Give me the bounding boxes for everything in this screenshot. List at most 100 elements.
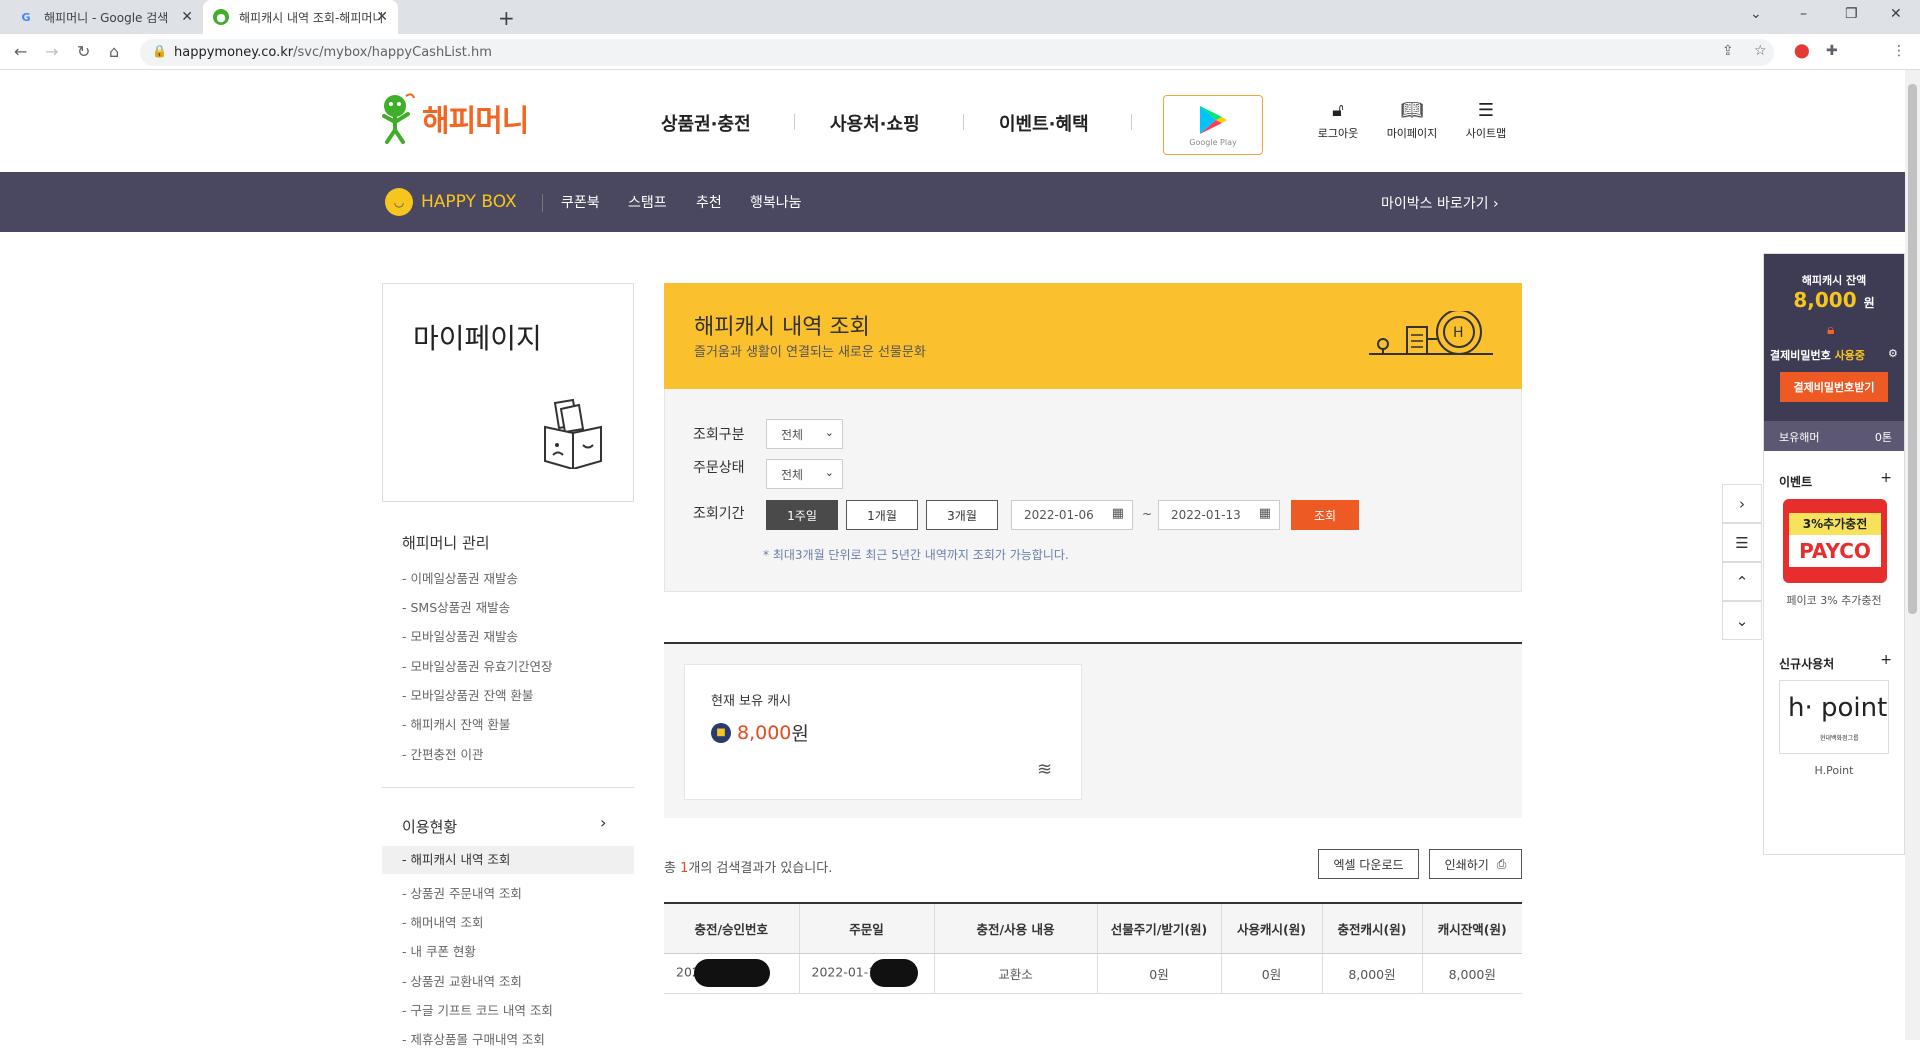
happymoney-logo[interactable]: 해피머니 [380, 92, 529, 144]
forward-icon[interactable]: → [45, 42, 58, 61]
quick-menu-wallet: 해피캐시 잔액 8,000 원 🔒︎ 결제비밀번호 사용중 ⚙ 결제비밀번호받기 [1764, 254, 1904, 421]
scroll-bottom-button[interactable]: ⌄ [1722, 601, 1762, 640]
minimize-button[interactable]: – [1800, 6, 1807, 22]
lnb-item-coupon-status[interactable]: - 내 쿠폰 현황 [402, 941, 476, 960]
current-cash-amount: ■ 8,000 원 [711, 719, 809, 746]
cell-balance: 8,000원 [1422, 953, 1522, 994]
back-icon[interactable]: ← [14, 42, 27, 61]
search-button[interactable]: 조회 [1291, 500, 1359, 530]
mypage-label: 마이페이지 [1386, 127, 1438, 140]
calendar-icon[interactable]: ▦ [1259, 506, 1271, 521]
chevron-up-icon: ⌃ [1735, 572, 1749, 591]
maximize-button[interactable]: ❐ [1845, 6, 1858, 22]
nav-event-benefit[interactable]: 이벤트·혜택 [999, 110, 1089, 136]
lnb-item-cash-history[interactable]: - 해피캐시 내역 조회 [382, 846, 634, 874]
close-tab-icon[interactable]: ✕ [376, 9, 388, 25]
hpoint-caption[interactable]: H.Point [1779, 764, 1889, 777]
period-3month-button[interactable]: 3개월 [926, 500, 998, 530]
google-play-button[interactable]: Google Play [1163, 95, 1263, 155]
sitemap-button[interactable]: ☰ 사이트맵 [1456, 100, 1516, 141]
lnb-item-exchange-history[interactable]: - 상품권 교환내역 조회 [402, 971, 522, 990]
table-row: 2022 2022-01-13 교환소 0원 0원 8,000원 8,000원 [664, 953, 1522, 994]
payco-event-banner[interactable]: 3%추가충전 PAYCO [1783, 499, 1887, 583]
lnb-item-sms-resend[interactable]: - SMS상품권 재발송 [402, 597, 510, 616]
share-icon[interactable]: ⇪ [1722, 43, 1734, 59]
date-from-input[interactable]: 2022-01-06 ▦ [1011, 500, 1133, 530]
status-select[interactable]: 전체 ⌄ [766, 459, 843, 489]
lnb-section-management: 해피머니 관리 [402, 534, 490, 552]
payment-password-status: 결제비밀번호 사용중 [1770, 347, 1900, 363]
hpoint-banner[interactable]: h· point 현대백화점그룹 [1779, 680, 1889, 754]
lnb-item-mobile-extend[interactable]: - 모바일상품권 유효기간연장 [402, 656, 552, 675]
new-tab-button[interactable]: + [498, 6, 515, 30]
happybox-sharing[interactable]: 행복나눔 [750, 192, 802, 212]
sitemap-label: 사이트맵 [1465, 127, 1507, 140]
extensions-puzzle-icon[interactable]: ✚ [1826, 43, 1838, 59]
chevron-right-icon[interactable]: › [600, 813, 606, 832]
date-to-input[interactable]: 2022-01-13 ▦ [1158, 500, 1280, 530]
gear-icon[interactable]: ⚙ [1888, 347, 1898, 360]
happybox-logo[interactable]: ◡ HAPPY BOX [385, 188, 517, 216]
logout-button[interactable]: 🔓︎ 로그아웃 [1308, 100, 1368, 141]
event-more-icon[interactable]: + [1880, 470, 1892, 486]
date-range-separator: ~ [1142, 507, 1153, 521]
lnb-item-cash-refund[interactable]: - 해피캐시 잔액 환불 [402, 714, 510, 733]
tab-title: 해피머니 - Google 검색 [44, 10, 169, 25]
mybox-shortcut-link[interactable]: 마이박스 바로가기 › [1381, 193, 1499, 213]
happybox-coupon-book[interactable]: 쿠폰북 [561, 192, 600, 212]
type-select[interactable]: 전체 ⌄ [766, 419, 843, 449]
reload-icon[interactable]: ↻ [77, 42, 90, 61]
period-1week-button[interactable]: 1주일 [766, 500, 838, 530]
home-icon[interactable]: ⌂ [109, 42, 119, 61]
period-1month-button[interactable]: 1개월 [846, 500, 918, 530]
cash-balance-unit: 원 [1863, 296, 1875, 310]
date-from-value: 2022-01-06 [1024, 508, 1094, 522]
close-window-button[interactable]: ✕ [1890, 6, 1902, 22]
chevron-down-icon: ⌄ [824, 426, 834, 439]
lnb-item-hammer-history[interactable]: - 해머내역 조회 [402, 912, 483, 931]
page-scrollbar[interactable] [1905, 70, 1920, 1040]
menu-icon: ☰ [1477, 100, 1495, 121]
nav-usage-shopping[interactable]: 사용처·쇼핑 [830, 110, 920, 136]
lnb-item-order-history[interactable]: - 상품권 주문내역 조회 [402, 883, 522, 902]
google-play-label: Google Play [1189, 137, 1237, 147]
happybox-stamp[interactable]: 스탬프 [628, 192, 667, 212]
lnb-item-google-gift[interactable]: - 구글 기프트 코드 내역 조회 [402, 1000, 553, 1019]
lnb-item-easy-transfer[interactable]: - 간편충전 이관 [402, 744, 483, 763]
lnb-item-mobile-refund[interactable]: - 모바일상품권 잔액 환불 [402, 685, 533, 704]
print-button[interactable]: 인쇄하기 ⎙ [1429, 849, 1522, 879]
calendar-icon[interactable]: ▦ [1112, 506, 1124, 521]
lnb-item-email-resend[interactable]: - 이메일상품권 재발송 [402, 568, 518, 587]
happybox-logo-text: HAPPY BOX [421, 192, 517, 212]
tab-search-icon[interactable]: ⌄ [1750, 6, 1762, 22]
mypage-button[interactable]: 📖︎ 마이페이지 [1382, 100, 1442, 141]
browser-menu-icon[interactable]: ⋮ [1892, 43, 1906, 59]
tab-happycash[interactable]: ● 해피캐시 내역 조회-해피머니 ✕ [203, 0, 398, 34]
adblock-extension-icon[interactable]: ⬤ [1794, 43, 1810, 59]
lnb-item-mobile-resend[interactable]: - 모바일상품권 재발송 [402, 626, 518, 645]
lnb-item-partner-mall[interactable]: - 제휴상품몰 구매내역 조회 [402, 1029, 545, 1048]
get-payment-password-button[interactable]: 결제비밀번호받기 [1780, 372, 1888, 402]
scrollbar-thumb[interactable] [1908, 84, 1917, 614]
current-cash-label: 현재 보유 캐시 [711, 694, 792, 709]
lnb-section-usage[interactable]: 이용현황 [402, 816, 457, 837]
payco-event-caption[interactable]: 페이코 3% 추가충전 [1784, 593, 1884, 609]
happymoney-mascot-icon [382, 93, 415, 144]
browser-tab-strip: G 해피머니 - Google 검색 ✕ ● 해피캐시 내역 조회-해피머니 ✕… [0, 0, 1920, 34]
happybox-recommend[interactable]: 추천 [696, 192, 722, 212]
cell-charged: 8,000원 [1322, 953, 1423, 994]
address-bar[interactable]: 🔒 happymoney.co.kr/svc/mybox/happyCashLi… [140, 39, 1774, 66]
nav-gift-charge[interactable]: 상품권·충전 [661, 110, 751, 136]
chat-button[interactable]: ☰ [1722, 523, 1762, 562]
close-tab-icon[interactable]: ✕ [181, 9, 193, 25]
quickmenu-toggle-button[interactable]: › [1722, 484, 1762, 523]
col-content: 충전/사용 내용 [934, 902, 1098, 954]
bookmark-star-icon[interactable]: ☆ [1754, 43, 1767, 59]
cash-summary: 현재 보유 캐시 ■ 8,000 원 ≋ [664, 642, 1522, 818]
nav-divider [963, 114, 964, 130]
cell-gift: 0원 [1097, 953, 1222, 994]
scroll-top-button[interactable]: ⌃ [1722, 562, 1762, 601]
tab-google-search[interactable]: G 해피머니 - Google 검색 ✕ [8, 0, 203, 34]
excel-download-button[interactable]: 엑셀 다운로드 [1318, 849, 1419, 879]
partner-more-icon[interactable]: + [1880, 652, 1892, 668]
